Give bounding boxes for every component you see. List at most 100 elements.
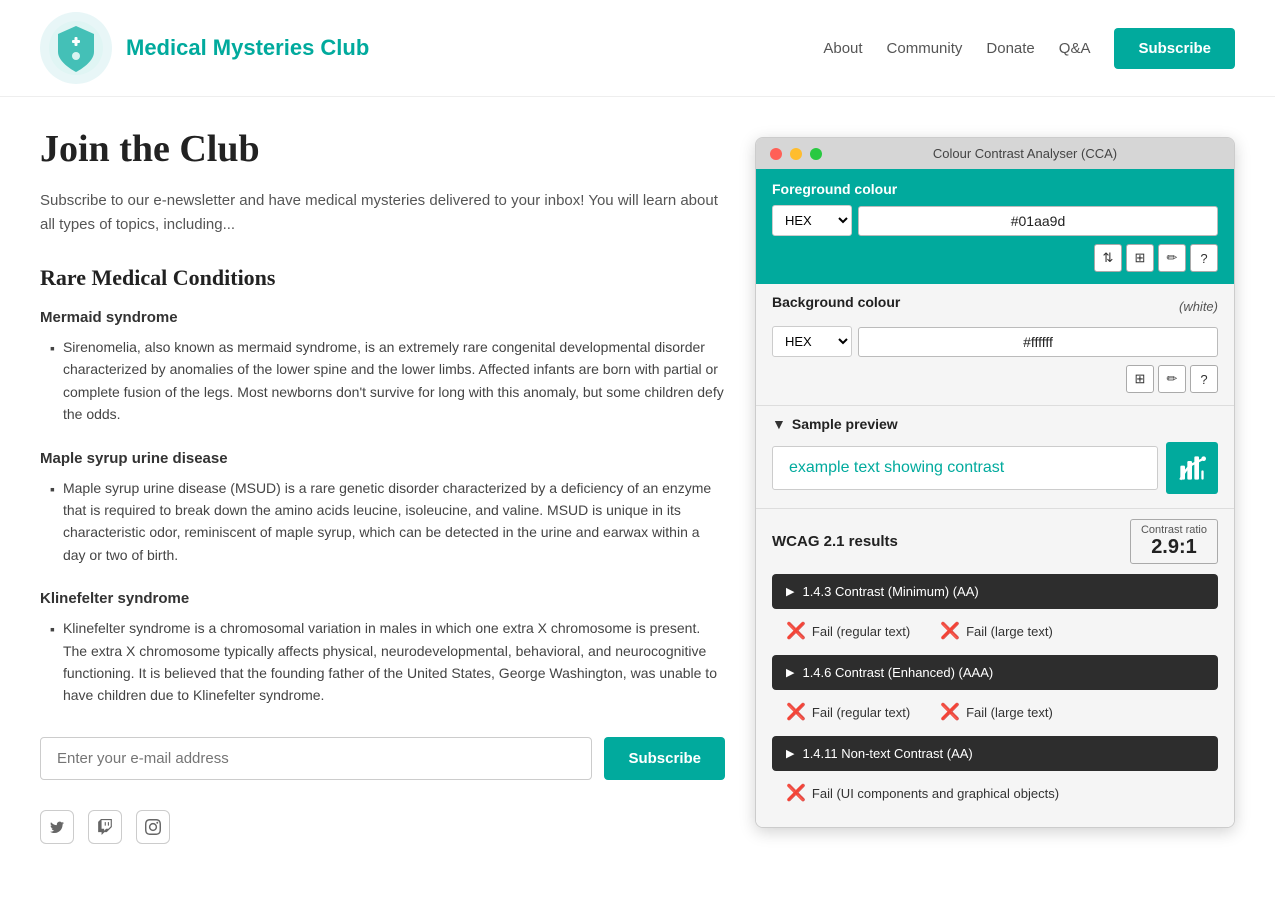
preview-label: Sample preview bbox=[792, 416, 898, 432]
wcag-item-aaa-label: 1.4.6 Contrast (Enhanced) (AAA) bbox=[802, 665, 993, 680]
wcag-fail-row-aaa: ❌ Fail (regular text) ❌ Fail (large text… bbox=[772, 694, 1218, 730]
condition-msud: Maple syrup urine disease Maple syrup ur… bbox=[40, 450, 725, 567]
left-content: Join the Club Subscribe to our e-newslet… bbox=[40, 127, 725, 844]
bg-eyedropper-btn[interactable]: ✏ bbox=[1158, 365, 1186, 393]
fg-hex-input[interactable] bbox=[858, 206, 1218, 236]
fg-sliders-btn[interactable]: ⊞ bbox=[1126, 244, 1154, 272]
main-nav: About Community Donate Q&A Subscribe bbox=[823, 28, 1235, 69]
chart-icon bbox=[1178, 454, 1206, 482]
wcag-block-aaa: ▶ 1.4.6 Contrast (Enhanced) (AAA) ❌ Fail… bbox=[772, 655, 1218, 730]
fg-swap-btn[interactable]: ⇅ bbox=[1094, 244, 1122, 272]
fail-large-aa-label: Fail (large text) bbox=[966, 624, 1053, 639]
fail-regular-aa-label: Fail (regular text) bbox=[812, 624, 910, 639]
wcag-item-nontext[interactable]: ▶ 1.4.11 Non-text Contrast (AA) bbox=[772, 736, 1218, 771]
foreground-section: Foreground colour HEX ⇅ ⊞ ✏ ? bbox=[756, 169, 1234, 284]
wcag-aaa-arrow-icon: ▶ bbox=[786, 666, 794, 679]
foreground-label: Foreground colour bbox=[772, 181, 1218, 197]
email-input[interactable] bbox=[40, 737, 592, 780]
titlebar-maximize[interactable] bbox=[810, 148, 822, 160]
fg-tools-row: ⇅ ⊞ ✏ ? bbox=[772, 244, 1218, 272]
subscribe-button[interactable]: Subscribe bbox=[604, 737, 725, 780]
condition-title-klinefelter: Klinefelter syndrome bbox=[40, 590, 725, 607]
twitch-icon[interactable] bbox=[88, 810, 122, 844]
cca-panel: Colour Contrast Analyser (CCA) Foregroun… bbox=[755, 137, 1235, 828]
fg-eyedropper-btn[interactable]: ✏ bbox=[1158, 244, 1186, 272]
instagram-icon[interactable] bbox=[136, 810, 170, 844]
wcag-block-aa: ▶ 1.4.3 Contrast (Minimum) (AA) ❌ Fail (… bbox=[772, 574, 1218, 649]
section-title: Rare Medical Conditions bbox=[40, 265, 725, 291]
bg-help-btn[interactable]: ? bbox=[1190, 365, 1218, 393]
condition-klinefelter: Klinefelter syndrome Klinefelter syndrom… bbox=[40, 590, 725, 707]
wcag-label: WCAG 2.1 results bbox=[772, 533, 898, 550]
header-subscribe-button[interactable]: Subscribe bbox=[1114, 28, 1235, 69]
preview-text: example text showing contrast bbox=[772, 446, 1158, 490]
wcag-item-aaa[interactable]: ▶ 1.4.6 Contrast (Enhanced) (AAA) bbox=[772, 655, 1218, 690]
fail-nontext: ❌ Fail (UI components and graphical obje… bbox=[786, 783, 1059, 803]
wcag-nontext-arrow-icon: ▶ bbox=[786, 747, 794, 760]
preview-arrow-icon: ▼ bbox=[772, 416, 786, 432]
bg-type-select[interactable]: HEX bbox=[772, 326, 852, 357]
fail-regular-aa: ❌ Fail (regular text) bbox=[786, 621, 910, 641]
wcag-item-nontext-label: 1.4.11 Non-text Contrast (AA) bbox=[802, 746, 972, 761]
fail-x-icon: ❌ bbox=[786, 621, 806, 641]
condition-mermaid: Mermaid syndrome Sirenomelia, also known… bbox=[40, 309, 725, 426]
cca-body: Foreground colour HEX ⇅ ⊞ ✏ ? Backgrou bbox=[756, 169, 1234, 827]
condition-desc-klinefelter: Klinefelter syndrome is a chromosomal va… bbox=[50, 617, 725, 707]
main-layout: Join the Club Subscribe to our e-newslet… bbox=[0, 97, 1275, 874]
fail-x-aaa-icon: ❌ bbox=[786, 702, 806, 722]
fail-regular-aaa-label: Fail (regular text) bbox=[812, 705, 910, 720]
condition-title-msud: Maple syrup urine disease bbox=[40, 450, 725, 467]
fail-x-large-icon: ❌ bbox=[940, 621, 960, 641]
wcag-fail-row-aa: ❌ Fail (regular text) ❌ Fail (large text… bbox=[772, 613, 1218, 649]
fail-x-large-aaa-icon: ❌ bbox=[940, 702, 960, 722]
fail-large-aaa: ❌ Fail (large text) bbox=[940, 702, 1053, 722]
nav-community[interactable]: Community bbox=[887, 40, 963, 57]
twitter-icon[interactable] bbox=[40, 810, 74, 844]
nav-about[interactable]: About bbox=[823, 40, 862, 57]
fail-large-aa: ❌ Fail (large text) bbox=[940, 621, 1053, 641]
sample-preview-section: ▼ Sample preview example text showing co… bbox=[756, 405, 1234, 508]
background-input-row: HEX bbox=[772, 326, 1218, 357]
preview-chart-button[interactable] bbox=[1166, 442, 1218, 494]
wcag-fail-row-nontext: ❌ Fail (UI components and graphical obje… bbox=[772, 775, 1218, 811]
fail-nontext-label: Fail (UI components and graphical object… bbox=[812, 786, 1059, 801]
logo-image bbox=[40, 12, 112, 84]
contrast-ratio-value: 2.9:1 bbox=[1141, 536, 1207, 559]
condition-desc-mermaid: Sirenomelia, also known as mermaid syndr… bbox=[50, 336, 725, 426]
intro-text: Subscribe to our e-newsletter and have m… bbox=[40, 189, 725, 237]
nav-donate[interactable]: Donate bbox=[986, 40, 1034, 57]
site-title: Medical Mysteries Club bbox=[126, 35, 369, 61]
email-section: Subscribe bbox=[40, 737, 725, 780]
cca-title: Colour Contrast Analyser (CCA) bbox=[830, 146, 1220, 161]
background-label: Background colour bbox=[772, 294, 900, 310]
wcag-results-section: WCAG 2.1 results Contrast ratio 2.9:1 ▶ … bbox=[756, 508, 1234, 827]
titlebar-minimize[interactable] bbox=[790, 148, 802, 160]
bg-label-row: Background colour (white) bbox=[772, 294, 1218, 318]
bg-sliders-btn[interactable]: ⊞ bbox=[1126, 365, 1154, 393]
preview-content: example text showing contrast bbox=[772, 442, 1218, 494]
background-section: Background colour (white) HEX ⊞ ✏ ? bbox=[756, 284, 1234, 405]
cca-titlebar: Colour Contrast Analyser (CCA) bbox=[756, 138, 1234, 169]
fail-x-nontext-icon: ❌ bbox=[786, 783, 806, 803]
header-left: Medical Mysteries Club bbox=[40, 12, 369, 84]
results-header-row: WCAG 2.1 results Contrast ratio 2.9:1 bbox=[772, 519, 1218, 564]
fail-regular-aaa: ❌ Fail (regular text) bbox=[786, 702, 910, 722]
foreground-input-row: HEX bbox=[772, 205, 1218, 236]
bg-hex-input[interactable] bbox=[858, 327, 1218, 357]
bg-tools-row: ⊞ ✏ ? bbox=[772, 365, 1218, 393]
bg-white-note: (white) bbox=[1179, 299, 1218, 314]
site-header: Medical Mysteries Club About Community D… bbox=[0, 0, 1275, 97]
wcag-block-nontext: ▶ 1.4.11 Non-text Contrast (AA) ❌ Fail (… bbox=[772, 736, 1218, 811]
fg-help-btn[interactable]: ? bbox=[1190, 244, 1218, 272]
contrast-ratio-box: Contrast ratio 2.9:1 bbox=[1130, 519, 1218, 564]
wcag-item-aa[interactable]: ▶ 1.4.3 Contrast (Minimum) (AA) bbox=[772, 574, 1218, 609]
titlebar-close[interactable] bbox=[770, 148, 782, 160]
page-title: Join the Club bbox=[40, 127, 725, 171]
wcag-item-aa-label: 1.4.3 Contrast (Minimum) (AA) bbox=[802, 584, 978, 599]
condition-desc-msud: Maple syrup urine disease (MSUD) is a ra… bbox=[50, 477, 725, 567]
social-icons bbox=[40, 810, 725, 844]
fail-large-aaa-label: Fail (large text) bbox=[966, 705, 1053, 720]
fg-type-select[interactable]: HEX bbox=[772, 205, 852, 236]
condition-title-mermaid: Mermaid syndrome bbox=[40, 309, 725, 326]
nav-qa[interactable]: Q&A bbox=[1059, 40, 1091, 57]
